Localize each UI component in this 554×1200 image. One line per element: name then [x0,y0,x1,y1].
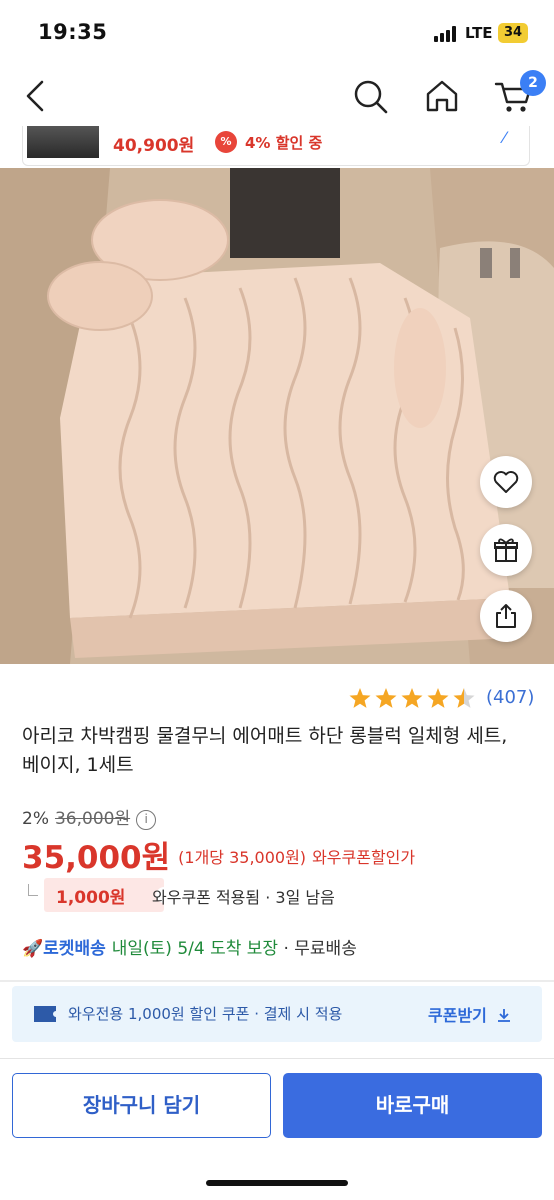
strip-price: 40,900원 [113,136,195,156]
get-coupon-label: 쿠폰받기 [428,1006,487,1025]
discount-icon: % [215,131,237,153]
download-icon [498,1009,511,1022]
status-bar: 19:35 LTE 34 [0,0,554,66]
home-icon[interactable] [422,76,462,116]
original-price: 36,000원 [54,809,131,829]
unit-price: (1개당 35,000원) [178,848,307,867]
coupon-ticket-icon [34,1006,56,1022]
wow-coupon-banner[interactable]: 와우전용 1,000원 할인 쿠폰 · 결제 시 적용 쿠폰받기 [12,986,542,1042]
star-icon [375,688,397,708]
sticky-price-strip[interactable]: 40,900원 % 4% 할인 중 ⁄ [22,126,530,166]
product-title: 아리코 차박캠핑 물결무늬 에어매트 하단 롱블럭 일체형 세트, 베이지, 1… [22,725,508,776]
network-label: LTE [465,24,493,42]
sale-price-row: 35,000원 (1개당 35,000원) 와우쿠폰할인가 [22,832,415,877]
discount-rate: 2% [22,809,49,829]
info-icon[interactable]: i [136,810,157,830]
coupon-chip: 1,000원 [44,878,172,912]
option-thumbnail [27,126,99,158]
battery-icon: 34 [498,23,528,43]
heart-icon [493,471,519,493]
share-icon [496,604,516,628]
corner-arrow-icon [28,884,38,896]
review-count: (407) [486,687,535,708]
wishlist-button[interactable] [480,456,532,508]
star-rating-icon [349,688,475,708]
wow-coupon-text: 와우전용 1,000원 할인 쿠폰 · 결제 시 적용 [68,1005,343,1023]
coupon-description: 와우쿠폰 적용됨 · 3일 남음 [152,888,335,907]
share-button[interactable] [480,590,532,642]
signal-icon [434,26,460,42]
rocket-icon: 🚀 [22,939,44,959]
original-price-row: 2% 36,000원 i [22,804,157,830]
coupon-price-tag: 와우쿠폰할인가 [312,848,416,867]
strip-discount: 4% 할인 중 [245,134,323,152]
star-icon [349,688,371,708]
gift-icon [494,538,518,562]
delivery-row: 🚀로켓배송 내일(토) 5/4 도착 보장 · 무료배송 [22,934,357,959]
gift-button[interactable] [480,524,532,576]
pencil-icon[interactable]: ⁄ [503,128,506,147]
get-coupon-link[interactable]: 쿠폰받기 [428,1002,512,1026]
star-icon [401,688,423,708]
rocket-delivery-label: 로켓배송 [43,939,106,959]
add-to-cart-button[interactable]: 장바구니 담기 [12,1073,271,1138]
search-icon[interactable] [350,76,390,116]
product-image[interactable] [0,168,554,664]
bottom-action-bar: 장바구니 담기 바로구매 [0,1058,554,1200]
star-icon [453,688,475,708]
air-mattress-illustration [0,168,554,664]
divider [0,980,554,982]
delivery-date: 내일(토) 5/4 도착 보장 [111,939,279,959]
cart-count-badge: 2 [520,70,546,96]
buy-now-button[interactable]: 바로구매 [283,1073,542,1138]
back-icon[interactable] [16,76,56,116]
star-icon [427,688,449,708]
status-time: 19:35 [38,20,108,44]
free-shipping: · 무료배송 [278,939,357,959]
coupon-amount: 1,000원 [56,888,126,908]
top-nav [0,66,554,128]
sale-price: 35,000원 [22,840,171,876]
home-indicator [206,1180,348,1186]
